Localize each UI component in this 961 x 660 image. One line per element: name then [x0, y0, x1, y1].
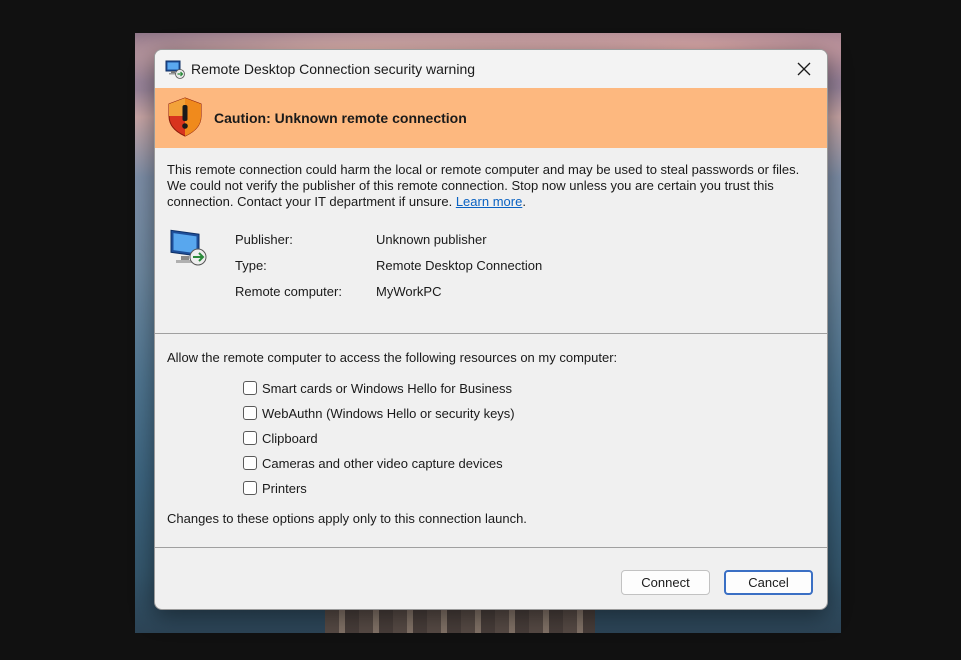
- checkbox-label: WebAuthn (Windows Hello or security keys…: [262, 405, 515, 421]
- options-note: Changes to these options apply only to t…: [167, 511, 527, 526]
- checkbox-box[interactable]: [243, 381, 257, 395]
- checkbox-smart-cards[interactable]: Smart cards or Windows Hello for Busines…: [243, 379, 512, 397]
- title-bar[interactable]: Remote Desktop Connection security warni…: [155, 50, 827, 88]
- checkbox-label: Clipboard: [262, 430, 318, 446]
- close-icon: [797, 62, 811, 76]
- checkbox-printers[interactable]: Printers: [243, 479, 307, 497]
- type-label: Type:: [235, 258, 267, 273]
- checkbox-box[interactable]: [243, 431, 257, 445]
- separator: [155, 547, 827, 548]
- warning-message: This remote connection could harm the lo…: [167, 162, 807, 210]
- window-title: Remote Desktop Connection security warni…: [191, 61, 476, 77]
- caution-banner: Caution: Unknown remote connection: [155, 88, 827, 148]
- cancel-button[interactable]: Cancel: [724, 570, 813, 595]
- type-value: Remote Desktop Connection: [376, 258, 543, 273]
- publisher-label: Publisher:: [235, 232, 293, 247]
- checkbox-box[interactable]: [243, 456, 257, 470]
- resources-title: Allow the remote computer to access the …: [167, 350, 618, 365]
- remote-desktop-icon: [165, 60, 185, 79]
- shield-warning-icon: [168, 97, 202, 137]
- separator: [155, 333, 827, 334]
- remote-computer-icon: [170, 229, 207, 266]
- remote-computer-label: Remote computer:: [235, 284, 342, 299]
- checkbox-label: Smart cards or Windows Hello for Busines…: [262, 380, 512, 396]
- caution-title: Caution: Unknown remote connection: [214, 110, 467, 126]
- checkbox-label: Cameras and other video capture devices: [262, 455, 503, 471]
- checkbox-cameras[interactable]: Cameras and other video capture devices: [243, 454, 503, 472]
- connect-button[interactable]: Connect: [621, 570, 710, 595]
- remote-computer-value: MyWorkPC: [376, 284, 442, 299]
- checkbox-webauthn[interactable]: WebAuthn (Windows Hello or security keys…: [243, 404, 515, 422]
- security-warning-dialog: Remote Desktop Connection security warni…: [154, 49, 828, 610]
- close-button[interactable]: [781, 50, 827, 88]
- warning-period: .: [522, 194, 526, 209]
- checkbox-box[interactable]: [243, 481, 257, 495]
- checkbox-clipboard[interactable]: Clipboard: [243, 429, 318, 447]
- checkbox-box[interactable]: [243, 406, 257, 420]
- checkbox-label: Printers: [262, 480, 307, 496]
- learn-more-link[interactable]: Learn more: [456, 194, 522, 209]
- publisher-value: Unknown publisher: [376, 232, 487, 247]
